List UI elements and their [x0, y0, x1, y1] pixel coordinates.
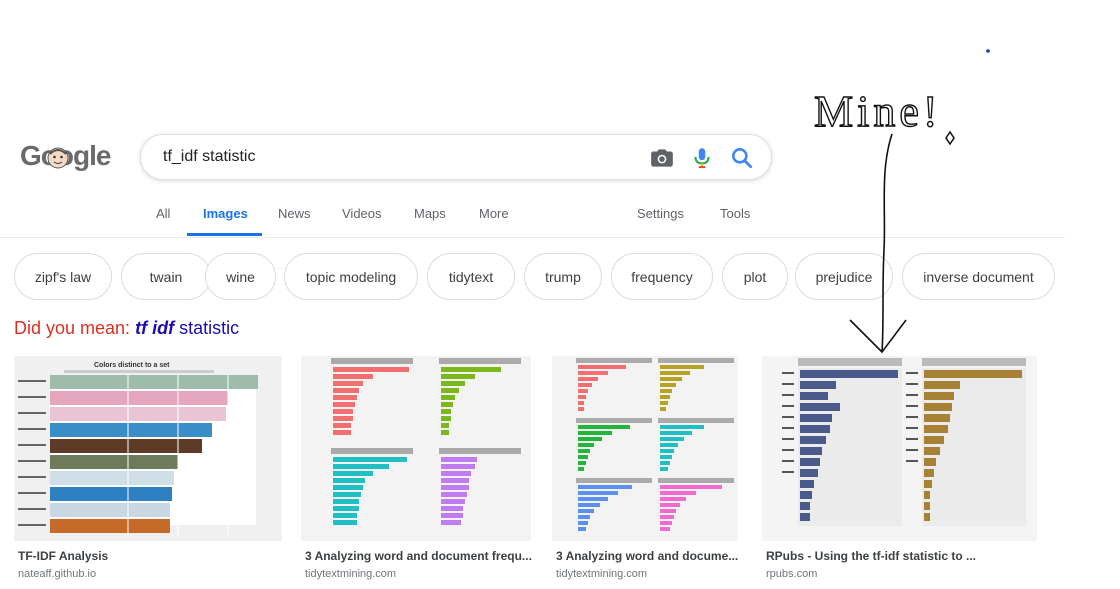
result-source[interactable]: tidytextmining.com	[305, 568, 396, 580]
did-you-mean-label: Did you mean:	[14, 318, 131, 338]
result-source[interactable]: rpubs.com	[766, 568, 817, 580]
chip-trump[interactable]: trump	[524, 253, 602, 300]
annotation-text: Mine!	[814, 87, 942, 136]
microphone-icon[interactable]	[689, 145, 715, 171]
search-tabs: All Images News Videos Maps More Setting…	[0, 196, 1065, 238]
tab-more[interactable]: More	[479, 206, 509, 221]
did-you-mean: Did you mean: tf idf statistic	[14, 318, 239, 339]
result-source[interactable]: tidytextmining.com	[556, 568, 647, 580]
tab-images[interactable]: Images	[203, 206, 248, 221]
tab-news[interactable]: News	[278, 206, 311, 221]
camera-icon[interactable]	[649, 145, 675, 171]
faceted-bar-chart-thumbnail	[552, 356, 738, 541]
chip-zipfs-law[interactable]: zipf's law	[14, 253, 112, 300]
bar-chart-thumbnail: Colors distinct to a set	[14, 356, 282, 541]
chip-tidytext[interactable]: tidytext	[427, 253, 515, 300]
thumb-title: Colors distinct to a set	[94, 362, 170, 369]
suggestion-rest: statistic	[174, 318, 240, 338]
result-source[interactable]: nateaff.github.io	[18, 568, 96, 580]
search-box[interactable]: tf_idf statistic	[140, 134, 772, 180]
chip-twain[interactable]: twain	[121, 253, 211, 300]
chip-topic-modeling[interactable]: topic modeling	[284, 253, 418, 300]
faceted-bar-chart-thumbnail	[301, 356, 531, 541]
tab-videos[interactable]: Videos	[342, 206, 382, 221]
chip-inverse-document[interactable]: inverse document	[902, 253, 1055, 300]
result-thumbnail[interactable]	[301, 356, 531, 541]
faceted-bar-chart-thumbnail	[762, 356, 1037, 541]
chip-wine[interactable]: wine	[205, 253, 276, 300]
tab-all[interactable]: All	[156, 206, 170, 221]
did-you-mean-link[interactable]: tf idf statistic	[135, 318, 239, 338]
result-title[interactable]: 3 Analyzing word and docume...	[556, 549, 738, 563]
chip-prejudice[interactable]: prejudice	[795, 253, 893, 300]
result-card[interactable]: Colors distinct to a set TF-IDF Analysis…	[14, 356, 282, 580]
result-thumbnail[interactable]: Colors distinct to a set	[14, 356, 282, 541]
active-tab-indicator	[187, 233, 262, 236]
search-icon[interactable]	[729, 145, 755, 171]
result-thumbnail[interactable]	[762, 356, 1037, 541]
tab-maps[interactable]: Maps	[414, 206, 446, 221]
result-title[interactable]: RPubs - Using the tf-idf statistic to ..…	[766, 549, 976, 563]
suggestion-bold: tf idf	[135, 318, 175, 338]
chip-plot[interactable]: plot	[722, 253, 788, 300]
google-logo[interactable]: Google	[20, 140, 116, 176]
result-card[interactable]: 3 Analyzing word and document frequ... t…	[301, 356, 532, 580]
chip-frequency[interactable]: frequency	[611, 253, 713, 300]
search-input[interactable]: tf_idf statistic	[163, 148, 255, 166]
result-title[interactable]: TF-IDF Analysis	[18, 549, 108, 563]
result-card[interactable]: 3 Analyzing word and docume... tidytextm…	[552, 356, 738, 580]
result-card[interactable]: RPubs - Using the tf-idf statistic to ..…	[762, 356, 1037, 580]
tab-tools[interactable]: Tools	[720, 206, 750, 221]
result-thumbnail[interactable]	[552, 356, 738, 541]
doodle-face-icon	[47, 147, 69, 169]
result-title[interactable]: 3 Analyzing word and document frequ...	[305, 549, 532, 563]
tab-settings[interactable]: Settings	[637, 206, 684, 221]
